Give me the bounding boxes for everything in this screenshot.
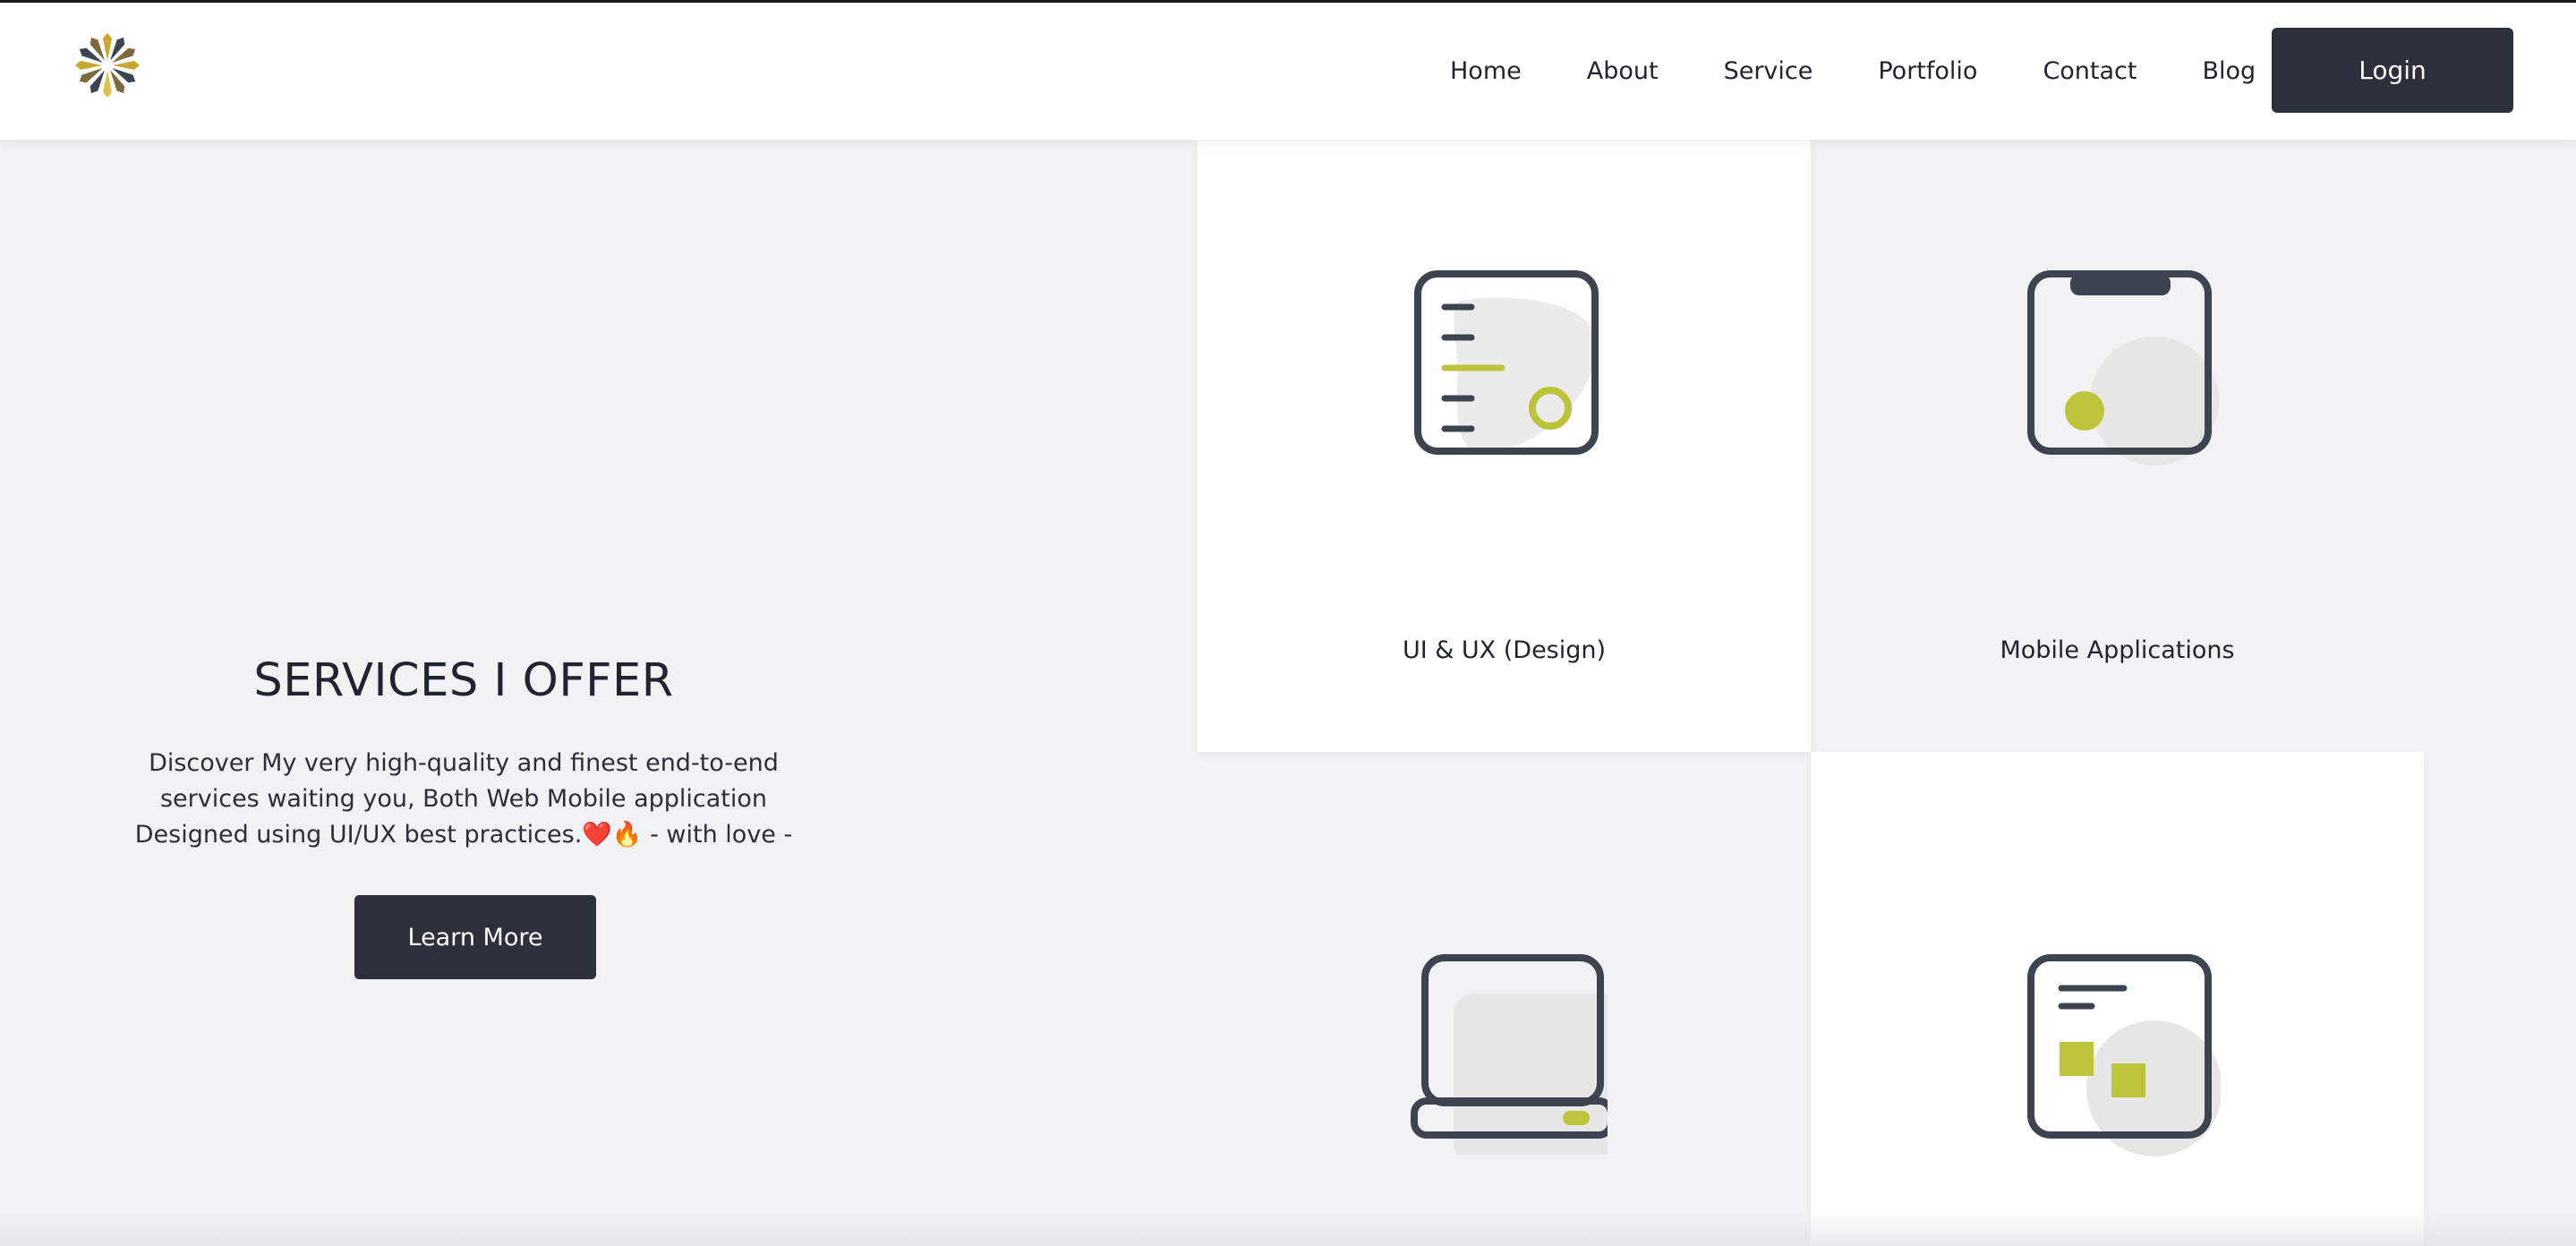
service-card-label: Mobile Applications — [2000, 636, 2235, 664]
main-nav: Home About Service Portfolio Contact Blo… — [1450, 3, 2256, 140]
ui-ux-design-icon — [1414, 270, 1599, 455]
nav-portfolio[interactable]: Portfolio — [1878, 57, 1977, 85]
service-card-dashboard[interactable] — [1811, 752, 2424, 1246]
site-header: Home About Service Portfolio Contact Blo… — [0, 3, 2576, 140]
nav-about[interactable]: About — [1587, 57, 1659, 85]
services-description: Discover My very high-quality and finest… — [134, 749, 793, 849]
page: Home About Service Portfolio Contact Blo… — [0, 0, 2576, 1246]
mobile-phone-icon — [2027, 270, 2219, 465]
nav-service[interactable]: Service — [1724, 57, 1813, 85]
dashboard-tablet-icon — [2027, 954, 2221, 1156]
login-button[interactable]: Login — [2272, 28, 2513, 113]
services-title: SERVICES I OFFER — [253, 654, 674, 707]
sunburst-logo-icon[interactable] — [72, 30, 143, 101]
service-card-laptop[interactable] — [1198, 752, 1811, 1246]
nav-home[interactable]: Home — [1450, 57, 1522, 85]
service-card-ui-ux[interactable]: UI & UX (Design) — [1198, 140, 1811, 752]
nav-contact[interactable]: Contact — [2043, 57, 2137, 85]
service-card-label: UI & UX (Design) — [1402, 636, 1607, 664]
laptop-icon — [1411, 954, 1608, 1155]
nav-blog[interactable]: Blog — [2202, 57, 2256, 85]
service-card-mobile[interactable]: Mobile Applications — [1811, 140, 2424, 752]
learn-more-button[interactable]: Learn More — [354, 895, 596, 979]
